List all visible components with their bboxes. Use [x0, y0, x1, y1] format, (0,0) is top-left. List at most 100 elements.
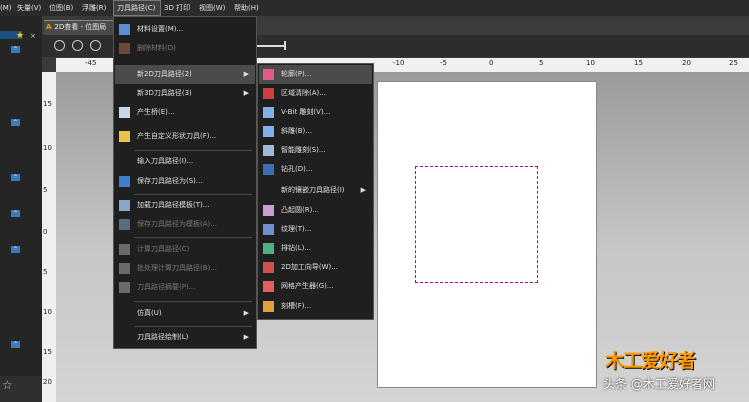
submenu-item-bevel[interactable]: 斜雕(B)... [259, 122, 372, 141]
menu-item-import-toolpath[interactable]: 输入刀具路径(I)... [115, 152, 255, 171]
menu-item-label: 斜雕(B)... [281, 127, 312, 135]
submenu-item-2d-wizard[interactable]: 2D加工向导(W)... [259, 258, 372, 277]
menu-item-delete-material[interactable]: 删除材料(D) [115, 39, 255, 58]
load-template-icon [119, 200, 130, 211]
bridge-icon [119, 107, 130, 118]
collapse-icon[interactable]: ⌃ [11, 119, 20, 126]
document-tab-title: 2D查看 - 位图局 [54, 23, 107, 31]
area-clear-icon [263, 88, 274, 99]
ruler-label: 10 [586, 59, 595, 67]
menu-bitmap[interactable]: 位图(B) [49, 0, 73, 16]
menu-item-label: 仿真(U) [137, 309, 162, 317]
wizard-icon [263, 262, 274, 273]
collapse-icon[interactable]: ⌃ [11, 246, 20, 253]
menu-item-label: 新3D刀具路径(3) [137, 89, 192, 97]
menu-item-label: 轮廓(P)... [281, 70, 312, 78]
menu-item-load-template[interactable]: 加载刀具路径模板(T)... [115, 196, 255, 215]
menu-item-label: 2D加工向导(W)... [281, 263, 338, 271]
selected-rectangle[interactable] [415, 166, 538, 283]
submenu-item-drill[interactable]: 钻孔(D)... [259, 160, 372, 179]
menu-vector[interactable]: 矢量(V) [17, 0, 41, 16]
save-icon [119, 176, 130, 187]
submenu-item-raised-round[interactable]: 凸起圆(R)... [259, 201, 372, 220]
menu-item-save-toolpath[interactable]: 保存刀具路径为(S)... [115, 172, 255, 191]
menu-item-label: 区域清除(A)... [281, 89, 326, 97]
zoom-slider[interactable] [257, 45, 285, 47]
menu-item-label: 产生自定义形状刀具(F)... [137, 132, 217, 140]
menu-item-label: 加载刀具路径模板(T)... [137, 201, 210, 209]
menu-item-label: 智能雕刻(S)... [281, 146, 326, 154]
zoom-slider-handle[interactable] [284, 41, 286, 50]
bevel-icon [263, 126, 274, 137]
menu-toolpath[interactable]: 刀具路径(C) [113, 0, 161, 16]
submenu-item-grid-generator[interactable]: 网格产生器(G)... [259, 277, 372, 296]
collapse-icon[interactable]: ⌃ [11, 46, 20, 53]
star-outline-icon[interactable]: ☆ [2, 378, 13, 392]
menu-item-save-template[interactable]: 保存刀具路径为模板(A)... [115, 215, 255, 234]
menu-item-label: 刀具路径绘制(L) [137, 333, 189, 341]
submenu-item-inlay[interactable]: 新的镶嵌刀具路径(I) ▶ [259, 181, 372, 200]
menu-item-new-2d-toolpath[interactable]: 新2D刀具路径(2) ▶ [115, 65, 255, 84]
watermark-caption: 头条 @木工爱好者网 [603, 377, 715, 391]
menu-item-label: 保存刀具路径为(S)... [137, 177, 203, 185]
submenu-item-texture[interactable]: 纹理(T)... [259, 220, 372, 239]
submenu-item-gang-drill[interactable]: 排钻(L)... [259, 239, 372, 258]
menu-item-create-bridges[interactable]: 产生桥(E)... [115, 103, 255, 122]
material-icon [119, 24, 130, 35]
submenu-item-vbit[interactable]: V-Bit 雕刻(V)... [259, 103, 372, 122]
zoom-fit-icon[interactable] [90, 40, 101, 51]
delete-material-icon [119, 43, 130, 54]
collapse-icon[interactable]: ⌃ [11, 210, 20, 217]
new-2d-toolpath-submenu: 轮廓(P)... 区域清除(A)... V-Bit 雕刻(V)... 斜雕(B)… [257, 63, 374, 320]
menu-3d-print[interactable]: 3D 打印 [164, 0, 190, 16]
menu-item-label: 新2D刀具路径(2) [137, 70, 192, 78]
menu-item-label: 新的镶嵌刀具路径(I) [281, 186, 345, 194]
collapse-icon[interactable]: ⌃ [11, 174, 20, 181]
profile-icon [263, 69, 274, 80]
collapse-icon[interactable]: ⌃ [11, 341, 20, 348]
menu-item-label: 材料设置(M)... [137, 25, 184, 33]
close-icon[interactable]: × [30, 32, 36, 40]
menu-item-batch-calculate[interactable]: 批处理计算刀具路径(B)... [115, 259, 255, 278]
menu-view[interactable]: 视图(W) [199, 0, 225, 16]
submenu-item-fluting[interactable]: 刻槽(F)... [259, 297, 372, 316]
menu-relief[interactable]: 浮雕(R) [82, 0, 106, 16]
menu-item-label: 输入刀具路径(I)... [137, 157, 194, 165]
toolpath-menu: 材料设置(M)... 删除材料(D) 新2D刀具路径(2) ▶ 新3D刀具路径(… [113, 16, 257, 349]
submenu-arrow-icon: ▶ [243, 70, 249, 78]
smart-engrave-icon [263, 145, 274, 156]
submenu-item-area-clearance[interactable]: 区域清除(A)... [259, 84, 372, 103]
fluting-icon [263, 301, 274, 312]
ruler-label: 10 [43, 308, 52, 316]
menu-item-material-setup[interactable]: 材料设置(M)... [115, 20, 255, 39]
menu-item-label: 刀具路径摘要(P)... [137, 283, 196, 291]
menu-item-custom-shape-tool[interactable]: 产生自定义形状刀具(F)... [115, 127, 255, 146]
document-tab[interactable]: A 2D查看 - 位图局 [44, 20, 114, 35]
menu-divider [134, 194, 252, 195]
ruler-label: 20 [682, 59, 691, 67]
submenu-item-profile[interactable]: 轮廓(P)... [259, 65, 372, 84]
left-panel: ★ × ⌃ ⌃ ⌃ ⌃ ⌃ ⌃ ☆ [0, 16, 42, 402]
star-icon[interactable]: ★ [16, 31, 24, 41]
menu-help[interactable]: 帮助(H) [234, 0, 259, 16]
menu-item-toolpath-summary[interactable]: 刀具路径摘要(P)... [115, 278, 255, 297]
menu-item-calculate-toolpath[interactable]: 计算刀具路径(C) [115, 240, 255, 259]
menu-item-new-3d-toolpath[interactable]: 新3D刀具路径(3) ▶ [115, 84, 255, 103]
menu-divider [134, 237, 252, 238]
grid-icon [263, 281, 274, 292]
save-template-icon [119, 219, 130, 230]
submenu-item-smart-engrave[interactable]: 智能雕刻(S)... [259, 141, 372, 160]
zoom-out-icon[interactable] [72, 40, 83, 51]
ruler-label: 10 [43, 144, 52, 152]
menu-item-simulation[interactable]: 仿真(U) ▶ [115, 304, 255, 323]
menu-item-toolpath-drawing[interactable]: 刀具路径绘制(L) ▶ [115, 328, 255, 347]
raised-round-icon [263, 205, 274, 216]
drill-icon [263, 164, 274, 175]
menu-partial[interactable]: (M) [0, 0, 12, 16]
zoom-in-icon[interactable] [54, 40, 65, 51]
ruler-label: 15 [43, 348, 52, 356]
ruler-label: 20 [43, 378, 52, 386]
material-sheet[interactable] [377, 81, 597, 388]
menu-bar: (M) 矢量(V) 位图(B) 浮雕(R) 刀具路径(C) 3D 打印 视图(W… [0, 0, 749, 16]
menu-item-label: 钻孔(D)... [281, 165, 313, 173]
